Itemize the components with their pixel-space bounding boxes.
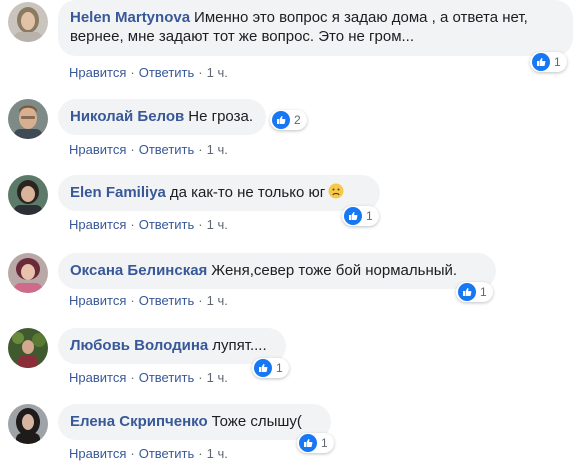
reaction-number: 1 [276,361,283,375]
comment-text: Женя,север тоже бой нормальный. [211,262,458,279]
comment-text: Тоже слышу( [211,413,302,430]
avatar[interactable] [8,404,48,444]
like-link[interactable]: Нравится [69,370,126,385]
like-link[interactable]: Нравится [69,217,126,232]
comment-time[interactable]: 1 ч. [207,65,228,80]
comment-author[interactable]: Elen Familiya [70,184,166,201]
reply-link[interactable]: Ответить [139,142,195,157]
avatar[interactable] [8,175,48,215]
comment-bubble: Helen Martynova Именно это вопрос я задаю… [58,0,573,56]
reaction-number: 1 [366,209,373,223]
reaction-count[interactable]: 2 [270,110,307,130]
reply-link[interactable]: Ответить [139,217,195,232]
reply-link[interactable]: Ответить [139,293,195,308]
like-icon [272,111,290,129]
comment: Elen Familiya да как-то не только юг 1 Нр… [0,173,585,239]
reaction-number: 2 [294,113,301,127]
like-link[interactable]: Нравится [69,446,126,461]
comment-bubble: Elen Familiya да как-то не только юг [58,175,380,211]
reaction-count[interactable]: 1 [530,52,567,72]
comment-time[interactable]: 1 ч. [207,446,228,461]
comment-time[interactable]: 1 ч. [207,142,228,157]
sad-face-emoji [328,183,344,199]
comment-actions: Нравится · Ответить · 1 ч. [69,370,228,385]
comment-author[interactable]: Николай Белов [70,108,184,125]
avatar[interactable] [8,2,48,42]
like-link[interactable]: Нравится [69,65,126,80]
comment-author[interactable]: Елена Скрипченко [70,413,208,430]
comment-actions: Нравится · Ответить · 1 ч. [69,217,228,232]
comment-author[interactable]: Любовь Володина [70,337,208,354]
comment-list: Helen Martynova Именно это вопрос я задаю… [0,0,585,467]
reply-link[interactable]: Ответить [139,446,195,461]
comment: Оксана Белинская Женя,север тоже бой норм… [0,251,585,317]
comment-bubble: Любовь Володина лупят.... [58,328,286,364]
comment: Любовь Володина лупят.... 1 Нравится · Отве… [0,326,585,392]
reply-link[interactable]: Ответить [139,65,195,80]
comment-time[interactable]: 1 ч. [207,217,228,232]
comment-author[interactable]: Helen Martynova [70,9,190,26]
avatar[interactable] [8,328,48,368]
comment-text: Не гроза. [188,108,253,125]
like-icon [458,283,476,301]
comment-actions: Нравится · Ответить · 1 ч. [69,142,228,157]
like-icon [299,434,317,452]
reaction-number: 1 [554,55,561,69]
comment-bubble: Елена Скрипченко Тоже слышу( [58,404,331,440]
reaction-number: 1 [480,285,487,299]
reply-link[interactable]: Ответить [139,370,195,385]
avatar[interactable] [8,253,48,293]
like-icon [532,53,550,71]
like-icon [254,359,272,377]
comment-actions: Нравится · Ответить · 1 ч. [69,446,228,461]
comment-time[interactable]: 1 ч. [207,370,228,385]
comment-author[interactable]: Оксана Белинская [70,262,207,279]
like-icon [344,207,362,225]
comment-bubble: Оксана Белинская Женя,север тоже бой норм… [58,253,496,289]
comment: Николай Белов Не гроза. 2 Нравится · Ответи… [0,97,585,161]
like-link[interactable]: Нравится [69,142,126,157]
comment-text: да как-то не только юг [169,184,326,201]
reaction-number: 1 [321,436,328,450]
comment-bubble: Николай Белов Не гроза. [58,99,266,135]
comment-actions: Нравится · Ответить · 1 ч. [69,65,228,80]
reaction-count[interactable]: 1 [252,358,289,378]
avatar[interactable] [8,99,48,139]
comment-time[interactable]: 1 ч. [207,293,228,308]
comment-text: лупят.... [212,337,267,354]
comment: Helen Martynova Именно это вопрос я задаю… [0,0,585,88]
comment-actions: Нравится · Ответить · 1 ч. [69,293,228,308]
like-link[interactable]: Нравится [69,293,126,308]
reaction-count[interactable]: 1 [297,433,334,453]
comment: Елена Скрипченко Тоже слышу( 1 Нравится · О… [0,402,585,467]
reaction-count[interactable]: 1 [342,206,379,226]
reaction-count[interactable]: 1 [456,282,493,302]
